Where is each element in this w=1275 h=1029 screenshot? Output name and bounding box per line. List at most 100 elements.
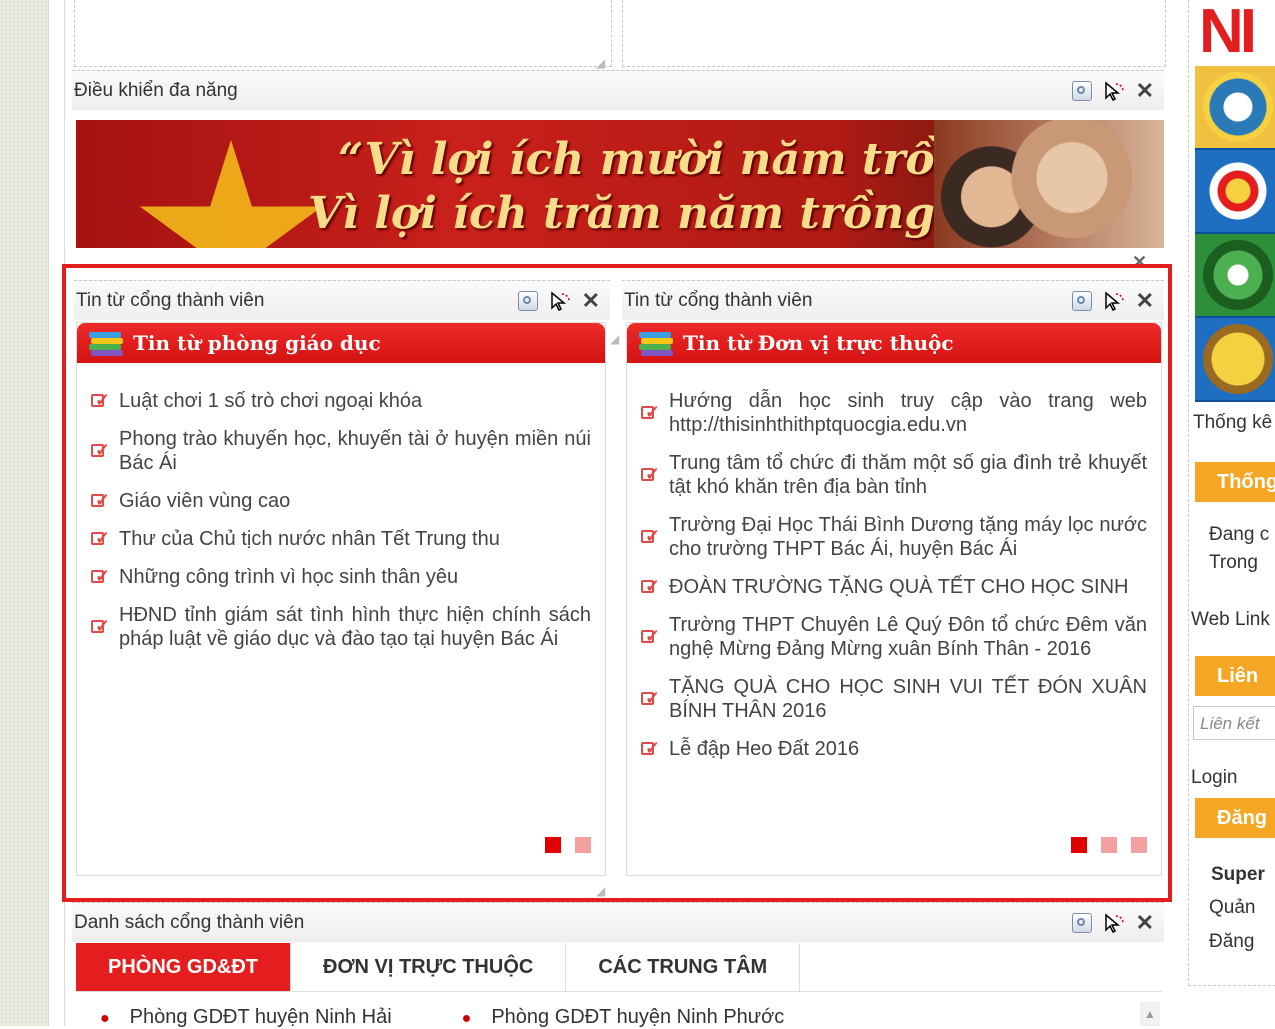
close-icon[interactable]: ✕ — [1132, 252, 1147, 272]
news-item[interactable]: ✓ Giáo viên vùng cao — [89, 489, 591, 513]
checkbox-icon: ✓ — [639, 738, 663, 760]
news-item[interactable]: ✓ HĐND tỉnh giám sát tình hình thực hiện … — [89, 603, 591, 651]
news-item-link[interactable]: ĐOÀN TRƯỜNG TẶNG QUÀ TẾT CHO HỌC SINH — [669, 575, 1147, 599]
dang-link[interactable]: Đăng — [1209, 931, 1254, 953]
tab-0[interactable]: PHÒNG GD&ĐT — [76, 943, 291, 991]
partner-logo-3[interactable] — [1195, 234, 1275, 318]
checkbox-icon: ✓ — [639, 526, 663, 548]
news-item[interactable]: ✓ Phong trào khuyến học, khuyến tài ở huy… — [89, 427, 591, 475]
star-graphic — [139, 140, 323, 248]
partner-logo-1[interactable] — [1195, 66, 1275, 150]
top-empty-box-left — [74, 0, 612, 67]
partner-logo-4[interactable] — [1195, 318, 1275, 402]
close-icon[interactable]: ✕ — [1136, 912, 1154, 934]
move-icon[interactable] — [1104, 913, 1124, 933]
checkbox-icon: ✓ — [639, 576, 663, 598]
close-icon[interactable]: ✕ — [582, 290, 600, 312]
right-news-list: ✓ Hướng dẫn học sinh truy cập vào trang w… — [639, 389, 1147, 775]
dang-label: Đang c — [1209, 524, 1270, 545]
resize-handle-icon[interactable]: ◢ — [596, 885, 606, 897]
module-title: Tin từ cổng thành viên — [624, 290, 813, 311]
module-tools: ✕ — [517, 281, 600, 321]
tab-2[interactable]: CÁC TRUNG TÂM — [566, 943, 801, 991]
edit-icon[interactable] — [1071, 913, 1092, 933]
checkbox-icon: ✓ — [89, 440, 113, 462]
books-icon — [639, 332, 673, 356]
left-pager — [545, 837, 591, 853]
news-item[interactable]: ✓ ĐOÀN TRƯỜNG TẶNG QUÀ TẾT CHO HỌC SINH — [639, 575, 1147, 599]
right-panel-header: Tin từ Đơn vị trực thuộc — [627, 323, 1161, 363]
super-label: Super — [1211, 864, 1265, 885]
lien-ket-bar: Liên — [1195, 656, 1275, 696]
checkbox-icon: ✓ — [639, 464, 663, 486]
trong-label: Trong — [1209, 552, 1258, 573]
pager-dot[interactable] — [545, 837, 561, 853]
member-tabs: PHÒNG GD&ĐT ĐƠN VỊ TRỰC THUỘC CÁC TRUNG TÂ… — [76, 943, 1162, 992]
news-item[interactable]: ✓ Lễ đập Heo Đất 2016 — [639, 737, 1147, 761]
news-item[interactable]: ✓ TẶNG QUÀ CHO HỌC SINH VUI TẾT ĐÓN XUÂN … — [639, 675, 1147, 723]
pager-dot[interactable] — [575, 837, 591, 853]
news-item[interactable]: ✓ Những công trình vì học sinh thân yêu — [89, 565, 591, 589]
news-item-link[interactable]: Thư của Chủ tịch nước nhân Tết Trung thu — [119, 527, 591, 551]
left-news-list: ✓ Luật chơi 1 số trò chơi ngoại khóa ✓ Phon… — [89, 389, 591, 665]
news-item-link[interactable]: Hướng dẫn học sinh truy cập vào trang we… — [669, 389, 1147, 437]
module-title: Danh sách cổng thành viên — [74, 912, 305, 933]
lien-ket-select[interactable]: Liên kết — [1193, 706, 1275, 740]
books-icon — [89, 332, 123, 356]
move-icon[interactable] — [1104, 81, 1124, 101]
news-item[interactable]: ✓ Trung tâm tổ chức đi thăm một số gia đì… — [639, 451, 1147, 499]
module-tools: ✕ — [1071, 281, 1154, 321]
checkbox-icon: ✓ — [639, 626, 663, 648]
quan-link[interactable]: Quản — [1209, 897, 1255, 919]
bottom-module-title-bar: Danh sách cổng thành viên ✕ — [72, 902, 1164, 942]
news-item-link[interactable]: HĐND tỉnh giám sát tình hình thực hiện c… — [119, 603, 591, 651]
checkbox-icon: ✓ — [89, 490, 113, 512]
divider-line — [64, 0, 65, 1026]
news-item-link[interactable]: Lễ đập Heo Đất 2016 — [669, 737, 1147, 761]
checkbox-icon: ✓ — [89, 390, 113, 412]
news-item-link[interactable]: Trung tâm tổ chức đi thăm một số gia đìn… — [669, 451, 1147, 499]
news-item[interactable]: ✓ Luật chơi 1 số trò chơi ngoại khóa — [89, 389, 591, 413]
left-news-panel: Tin từ phòng giáo dục ✓ Luật chơi 1 số tr… — [76, 322, 606, 876]
news-item-link[interactable]: Những công trình vì học sinh thân yêu — [119, 565, 591, 589]
tab-1[interactable]: ĐƠN VỊ TRỰC THUỘC — [291, 943, 567, 991]
pager-dot[interactable] — [1101, 837, 1117, 853]
edit-icon[interactable] — [1071, 81, 1092, 101]
news-item-link[interactable]: Trường THPT Chuyên Lê Quý Đôn tổ chức Đê… — [669, 613, 1147, 661]
news-item-link[interactable]: Luật chơi 1 số trò chơi ngoại khóa — [119, 389, 591, 413]
move-icon[interactable] — [550, 291, 570, 311]
news-item-link[interactable]: Giáo viên vùng cao — [119, 489, 591, 513]
pager-dot[interactable] — [1071, 837, 1087, 853]
close-icon[interactable]: ✕ — [1136, 290, 1154, 312]
move-icon[interactable] — [1104, 291, 1124, 311]
module-title: Điều khiển đa năng — [74, 80, 238, 101]
right-news-panel: Tin từ Đơn vị trực thuộc ✓ Hướng dẫn học … — [626, 322, 1162, 876]
dang-bar: Đăng — [1195, 798, 1275, 838]
resize-handle-icon[interactable]: ◢ — [596, 57, 606, 69]
close-icon[interactable]: ✕ — [1136, 80, 1154, 102]
resize-handle-icon[interactable]: ◢ — [610, 333, 620, 345]
news-item-link[interactable]: TẶNG QUÀ CHO HỌC SINH VUI TẾT ĐÓN XUÂN B… — [669, 675, 1147, 723]
thong-ke-label: Thống kê — [1193, 412, 1273, 433]
module-tools: ✕ — [1071, 903, 1154, 943]
checkbox-icon: ✓ — [89, 528, 113, 550]
news-item[interactable]: ✓ Trường THPT Chuyên Lê Quý Đôn tổ chức Đ… — [639, 613, 1147, 661]
module-title-bar: Điều khiển đa năng ✕ — [72, 70, 1164, 110]
web-link-label: Web Link — [1191, 609, 1270, 630]
edit-icon[interactable] — [517, 291, 538, 311]
edit-icon[interactable] — [1071, 291, 1092, 311]
news-item-link[interactable]: Trường Đại Học Thái Bình Dương tặng máy … — [669, 513, 1147, 561]
left-panel-header: Tin từ phòng giáo dục — [77, 323, 605, 363]
right-panel-heading: Tin từ Đơn vị trực thuộc — [683, 331, 954, 355]
news-item[interactable]: ✓ Trường Đại Học Thái Bình Dương tặng máy… — [639, 513, 1147, 561]
left-panel-heading: Tin từ phòng giáo dục — [133, 331, 381, 355]
left-module-title-bar: Tin từ cổng thành viên ✕ — [74, 280, 610, 320]
news-item[interactable]: ✓ Thư của Chủ tịch nước nhân Tết Trung th… — [89, 527, 591, 551]
pager-dot[interactable] — [1131, 837, 1147, 853]
news-item-link[interactable]: Phong trào khuyến học, khuyến tài ở huyệ… — [119, 427, 591, 475]
banner-image: “Vì lợi ích mười năm trồng cây Vì lợi íc… — [76, 120, 1164, 248]
scroll-up-arrow-icon[interactable]: ▲ — [1140, 1002, 1160, 1026]
partner-logo-2[interactable] — [1195, 150, 1275, 234]
checkbox-icon: ✓ — [89, 616, 113, 638]
news-item[interactable]: ✓ Hướng dẫn học sinh truy cập vào trang w… — [639, 389, 1147, 437]
